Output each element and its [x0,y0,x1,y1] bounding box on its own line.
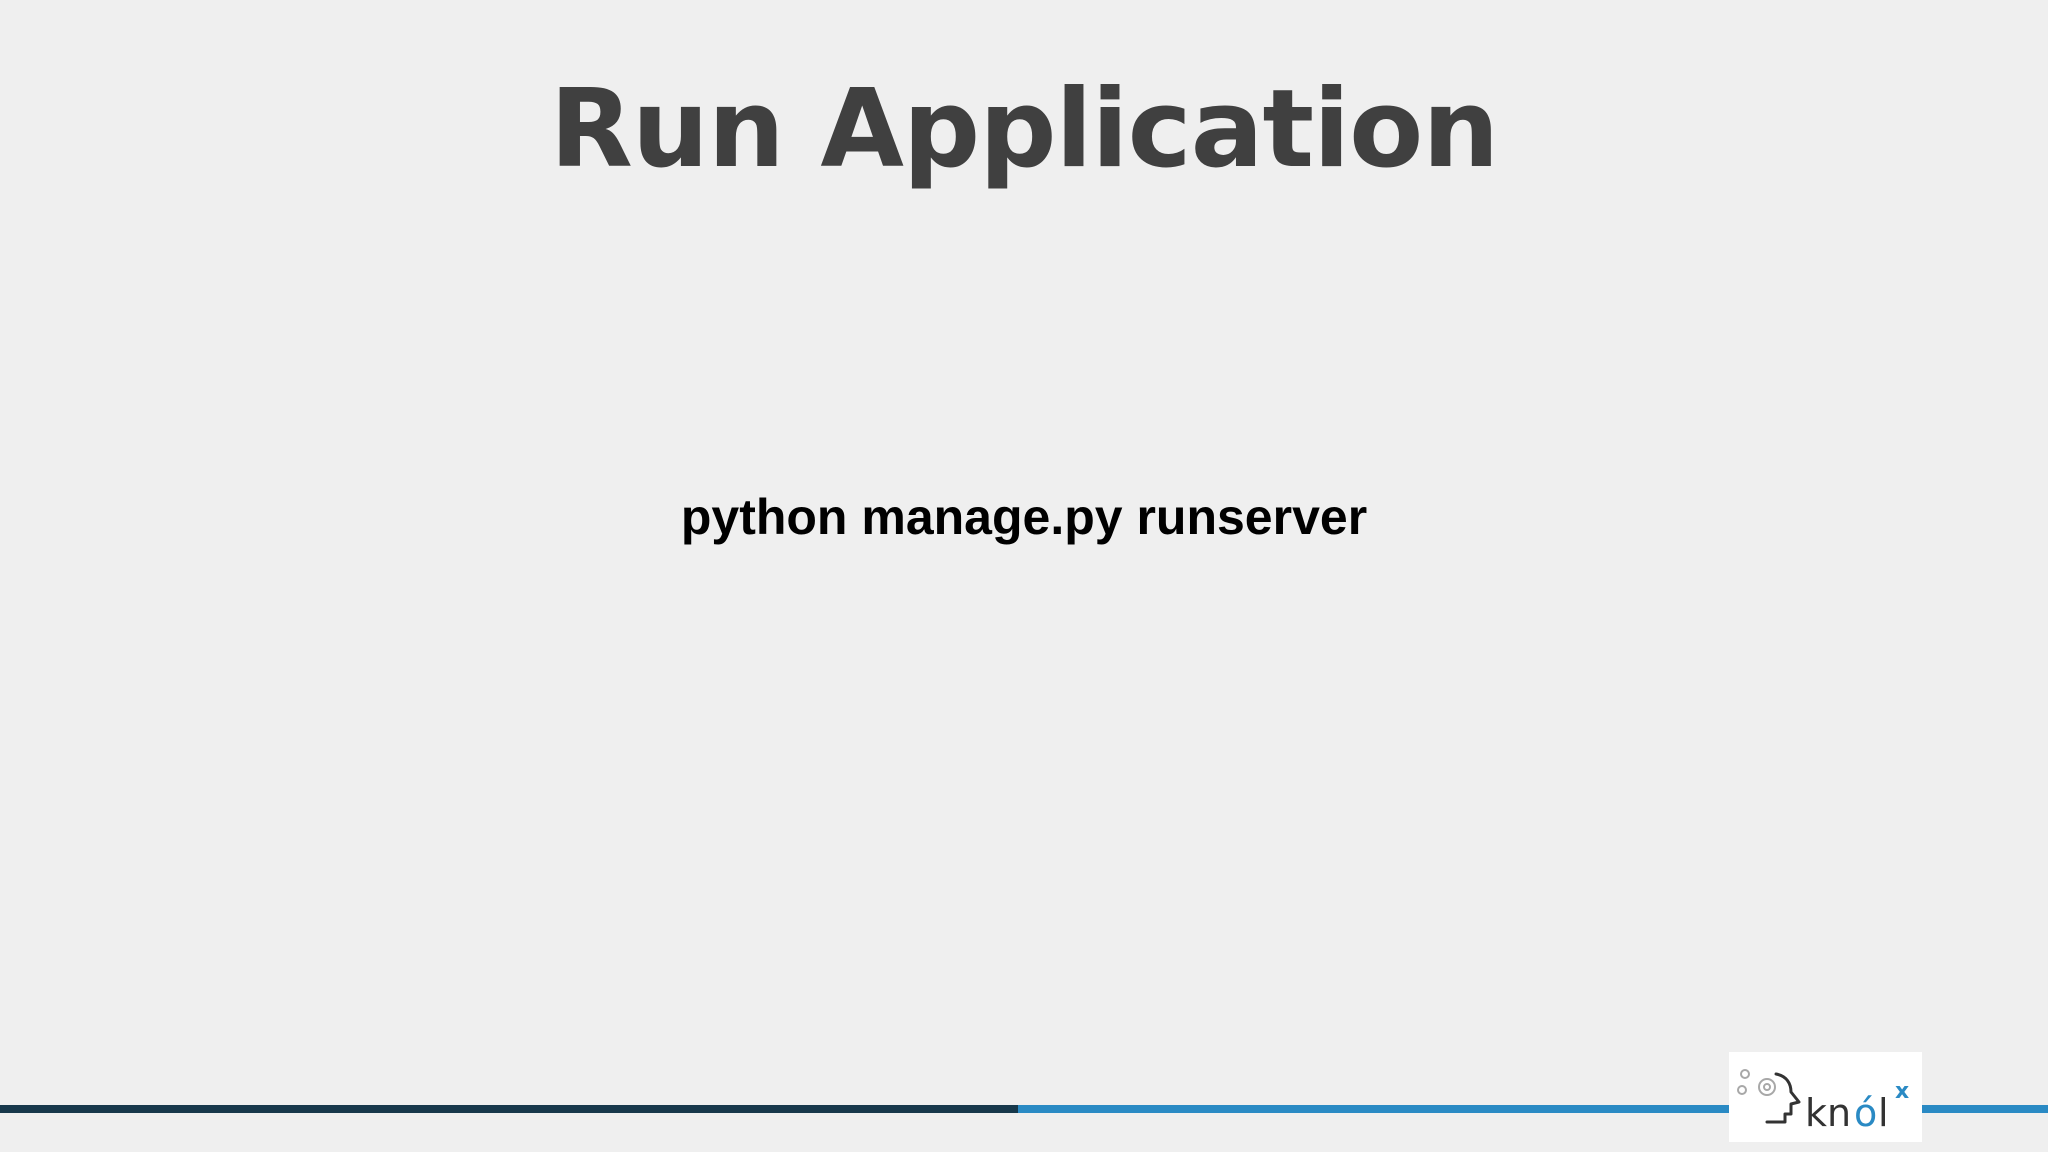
svg-text:l: l [1878,1091,1889,1135]
head-gears-icon: kn ó l x [1737,1069,1909,1135]
command-text: python manage.py runserver [680,489,1368,545]
svg-text:x: x [1895,1079,1909,1104]
slide-title: Run Application [549,67,1499,192]
slide: Run Application python manage.py runserv… [0,0,2048,1152]
svg-text:kn: kn [1805,1091,1851,1135]
svg-text:ó: ó [1854,1091,1877,1135]
knolx-logo: kn ó l x [1729,1052,1922,1142]
footer-bar-dark [0,1105,1018,1113]
